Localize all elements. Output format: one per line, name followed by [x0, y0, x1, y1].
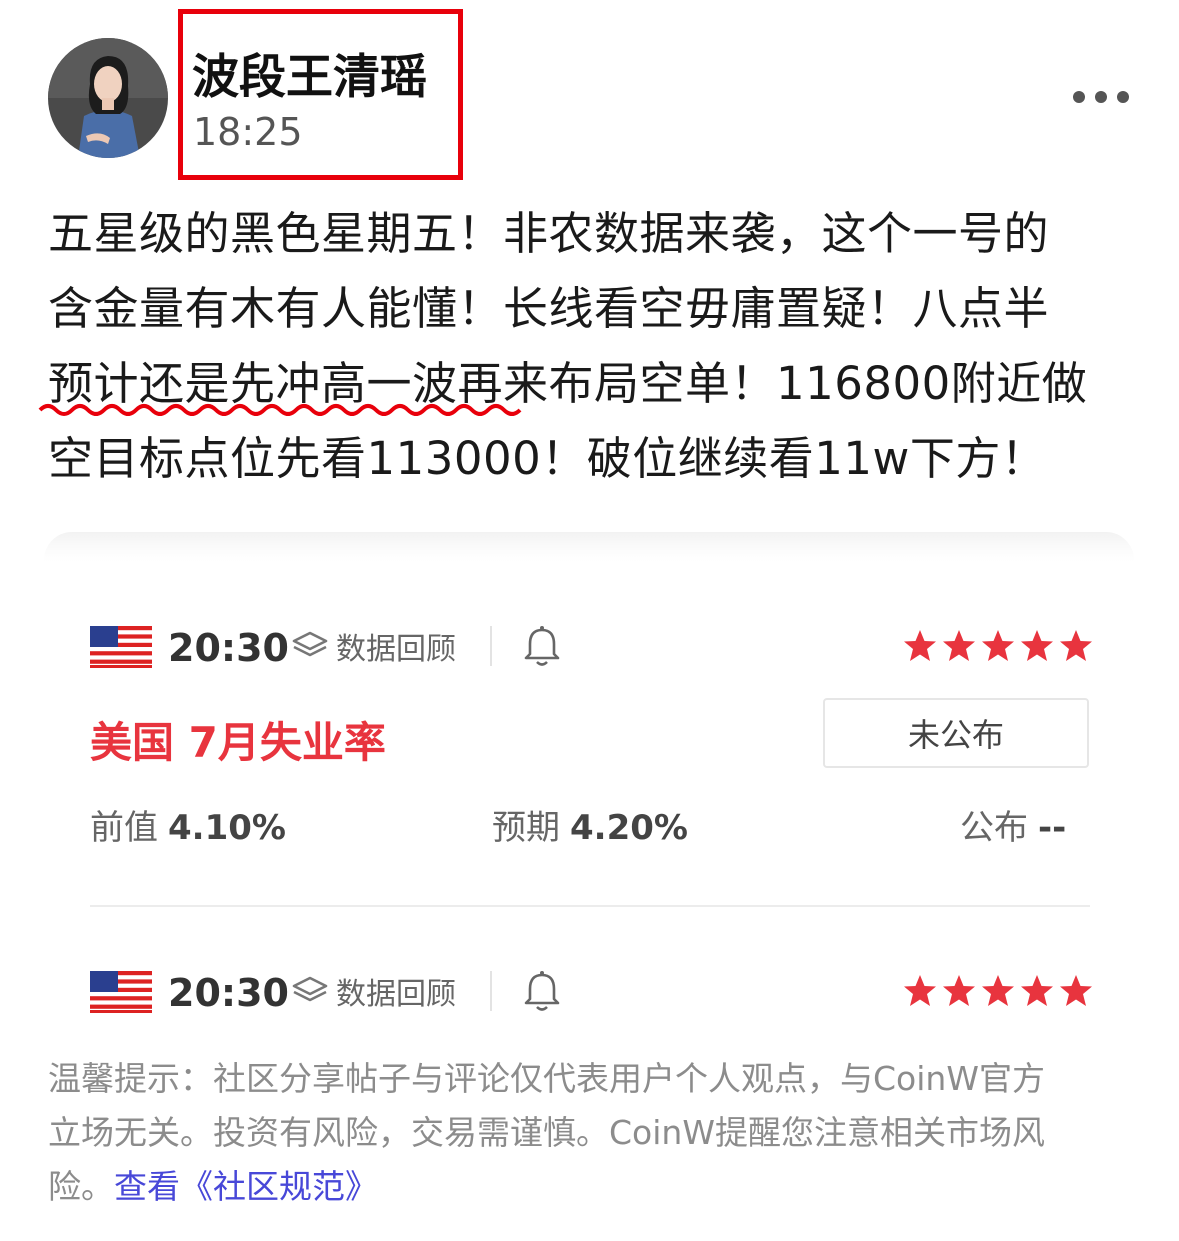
- post-line: 五星级的黑色星期五！非农数据来袭，这个一号的: [48, 207, 1050, 260]
- disclaimer-line: 立场无关。投资有风险，交易需谨慎。CoinW提醒您注意相关市场风: [48, 1113, 1045, 1152]
- layers-icon: [292, 631, 328, 657]
- disclaimer-tail: 险。: [48, 1167, 114, 1206]
- disclaimer: 温馨提示：社区分享帖子与评论仅代表用户个人观点，与CoinW官方 立场无关。投资…: [48, 1052, 1138, 1214]
- data-review-button[interactable]: 数据回顾: [290, 973, 456, 1012]
- bell-icon[interactable]: [522, 969, 562, 1013]
- post-time: 18:25: [193, 110, 303, 154]
- avatar[interactable]: [48, 38, 168, 158]
- data-review-label: 数据回顾: [336, 977, 456, 1012]
- data-review-label: 数据回顾: [336, 632, 456, 667]
- release-status-button[interactable]: 未公布: [823, 698, 1089, 768]
- post-content: 五星级的黑色星期五！非农数据来袭，这个一号的 含金量有木有人能懂！长线看空毋庸置…: [48, 196, 1148, 496]
- more-options-button[interactable]: [1068, 84, 1134, 110]
- community-rules-link[interactable]: 查看《社区规范》: [114, 1167, 378, 1206]
- author-name[interactable]: 波段王清瑶: [192, 38, 427, 107]
- event-divider: [90, 905, 1090, 907]
- event-time: 20:30: [168, 971, 289, 1015]
- forecast-number: 4.20%: [570, 808, 688, 848]
- star-icon: [982, 630, 1014, 661]
- star-icon: [904, 975, 936, 1006]
- disclaimer-line: 险。查看《社区规范》: [48, 1160, 1138, 1214]
- actual-number: --: [1038, 808, 1067, 848]
- disclaimer-line: 温馨提示：社区分享帖子与评论仅代表用户个人观点，与CoinW官方: [48, 1059, 1045, 1098]
- previous-value: 前值 4.10%: [90, 800, 286, 849]
- us-flag-icon: [90, 626, 152, 668]
- data-review-button[interactable]: 数据回顾: [290, 628, 456, 667]
- importance-stars: [904, 630, 1092, 661]
- divider: [490, 626, 492, 666]
- squiggle-underline: [38, 404, 522, 416]
- previous-number: 4.10%: [168, 808, 286, 848]
- star-icon: [1021, 630, 1053, 661]
- star-icon: [982, 975, 1014, 1006]
- forecast-value: 预期 4.20%: [492, 800, 688, 849]
- forecast-label: 预期: [492, 808, 560, 848]
- layers-icon: [292, 976, 328, 1002]
- divider: [490, 971, 492, 1011]
- star-icon: [943, 975, 975, 1006]
- star-icon: [1060, 975, 1092, 1006]
- economic-calendar-card[interactable]: 20:30 数据回顾 美国 7月失业率 未公布 前值 4.10% 预期 4.20…: [44, 532, 1134, 1042]
- previous-label: 前值: [90, 808, 158, 848]
- event-title[interactable]: 美国 7月失业率: [90, 709, 386, 770]
- star-icon: [904, 630, 936, 661]
- star-icon: [1021, 975, 1053, 1006]
- actual-value: 公布 --: [960, 800, 1066, 849]
- bell-icon[interactable]: [522, 624, 562, 668]
- post-line: 含金量有木有人能懂！长线看空毋庸置疑！八点半: [48, 282, 1050, 335]
- star-icon: [1060, 630, 1092, 661]
- post-line: 空目标点位先看113000！破位继续看11w下方！: [48, 432, 1047, 485]
- event-header: 20:30 数据回顾: [90, 967, 1092, 1017]
- importance-stars: [904, 975, 1092, 1006]
- event-header: 20:30 数据回顾: [90, 622, 1092, 672]
- us-flag-icon: [90, 971, 152, 1013]
- event-time: 20:30: [168, 626, 289, 670]
- star-icon: [943, 630, 975, 661]
- avatar-photo: [48, 38, 168, 158]
- actual-label: 公布: [960, 808, 1028, 848]
- more-dots-icon: [1073, 91, 1129, 103]
